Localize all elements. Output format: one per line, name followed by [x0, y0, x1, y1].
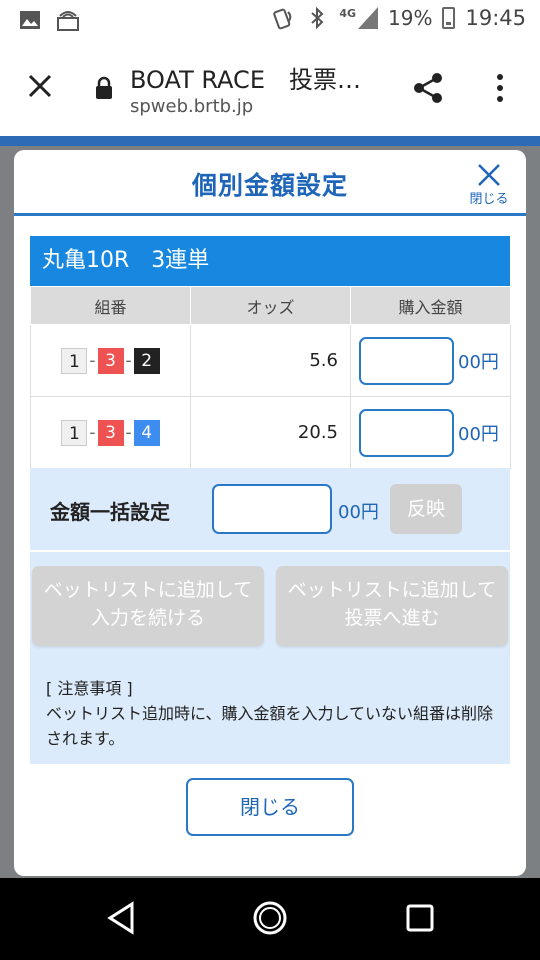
column-header-amount: 購入金額 [350, 286, 511, 325]
boat-number: 1 [61, 347, 88, 374]
table-row: 1 - 3 - 4 20.5 00円 [30, 396, 511, 469]
notice-box: [ 注意事項 ] ベットリスト追加時に、購入金額を入力していない組番は削除されま… [30, 664, 510, 764]
combo-cell: 1 - 3 - 4 [30, 396, 191, 469]
notice-heading: [ 注意事項 ] [46, 679, 133, 698]
action-buttons: ベットリストに追加して 入力を続ける ベットリストに追加して 投票へ進む [30, 552, 510, 664]
amount-setting-modal: 個別金額設定 閉じる 丸亀10R 3連単 組番 オッズ 購入金額 1 - 3 -… [14, 150, 526, 876]
notice-text: ベットリスト追加時に、購入金額を入力していない組番は削除されます。 [46, 704, 494, 748]
add-and-proceed-line1: ベットリストに追加して [287, 579, 497, 601]
odds-value: 20.5 [190, 396, 351, 469]
bulk-amount-label: 金額一括設定 [50, 500, 170, 524]
page-header-strip [0, 136, 540, 146]
amount-input[interactable] [359, 408, 454, 457]
column-header-combo: 組番 [30, 286, 191, 325]
separator: - [125, 422, 132, 443]
table-row: 1 - 3 - 2 5.6 00円 [30, 324, 511, 397]
combo-cell: 1 - 3 - 2 [30, 324, 191, 397]
network-type: 4G [339, 7, 357, 20]
navigation-bar [0, 878, 540, 960]
bluetooth-icon [305, 6, 329, 30]
status-bar: 4G 19% 19:45 [0, 0, 540, 42]
bulk-amount-input[interactable] [212, 484, 332, 534]
modal-close-button[interactable]: 閉じる [464, 162, 514, 207]
race-label: 丸亀10R 3連単 [30, 236, 510, 286]
back-icon[interactable] [104, 900, 140, 936]
battery-percent: 19% [388, 6, 433, 30]
boat-number: 3 [97, 347, 124, 374]
recent-apps-icon[interactable] [402, 900, 438, 936]
bulk-amount-section: 金額一括設定 00円 反映 [30, 468, 510, 550]
combo: 1 - 3 - 2 [31, 347, 190, 374]
add-and-continue-line1: ベットリストに追加して [43, 579, 253, 601]
add-and-continue-line2: 入力を続ける [90, 607, 205, 629]
close-icon [476, 162, 502, 188]
odds-value: 5.6 [190, 324, 351, 397]
combo: 1 - 3 - 4 [31, 419, 190, 446]
amount-cell: 00円 [350, 396, 511, 469]
add-and-proceed-line2: 投票へ進む [344, 607, 440, 629]
gallery-icon [18, 8, 42, 32]
separator: - [89, 350, 96, 371]
boat-number: 1 [61, 419, 88, 446]
table-header-row: 組番 オッズ 購入金額 [30, 286, 511, 325]
home-icon[interactable] [252, 900, 288, 936]
column-header-odds: オッズ [190, 286, 351, 325]
cast-icon [56, 8, 80, 32]
boat-number: 3 [97, 419, 124, 446]
nfc-icon [271, 6, 295, 30]
browser-toolbar: BOAT RACE 投票… spweb.brtb.jp [0, 42, 540, 136]
signal-icon: 4G [339, 7, 379, 29]
page-url[interactable]: spweb.brtb.jp [130, 96, 253, 117]
modal-title: 個別金額設定 [191, 171, 348, 200]
bet-table: 組番 オッズ 購入金額 1 - 3 - 2 5.6 00円 1 - 3 - 4 … [30, 286, 511, 469]
separator: - [89, 422, 96, 443]
battery-icon [442, 7, 456, 29]
amount-suffix: 00円 [458, 423, 499, 445]
close-button[interactable]: 閉じる [186, 778, 354, 836]
amount-cell: 00円 [350, 324, 511, 397]
modal-close-label: 閉じる [469, 192, 509, 207]
modal-header: 個別金額設定 閉じる [14, 150, 526, 216]
boat-number: 2 [133, 347, 160, 374]
boat-number: 4 [133, 419, 160, 446]
overflow-menu-icon[interactable] [490, 70, 510, 106]
add-and-proceed-button[interactable]: ベットリストに追加して 投票へ進む [276, 566, 508, 646]
bulk-amount-suffix: 00円 [338, 502, 379, 523]
amount-suffix: 00円 [458, 351, 499, 373]
separator: - [125, 350, 132, 371]
add-and-continue-button[interactable]: ベットリストに追加して 入力を続ける [32, 566, 264, 646]
share-icon[interactable] [410, 70, 446, 106]
amount-input[interactable] [359, 336, 454, 385]
lock-icon [94, 76, 114, 100]
apply-button[interactable]: 反映 [390, 484, 462, 534]
page-title: BOAT RACE 投票… [130, 66, 361, 94]
clock: 19:45 [465, 6, 526, 30]
close-tab-icon[interactable] [24, 70, 56, 102]
